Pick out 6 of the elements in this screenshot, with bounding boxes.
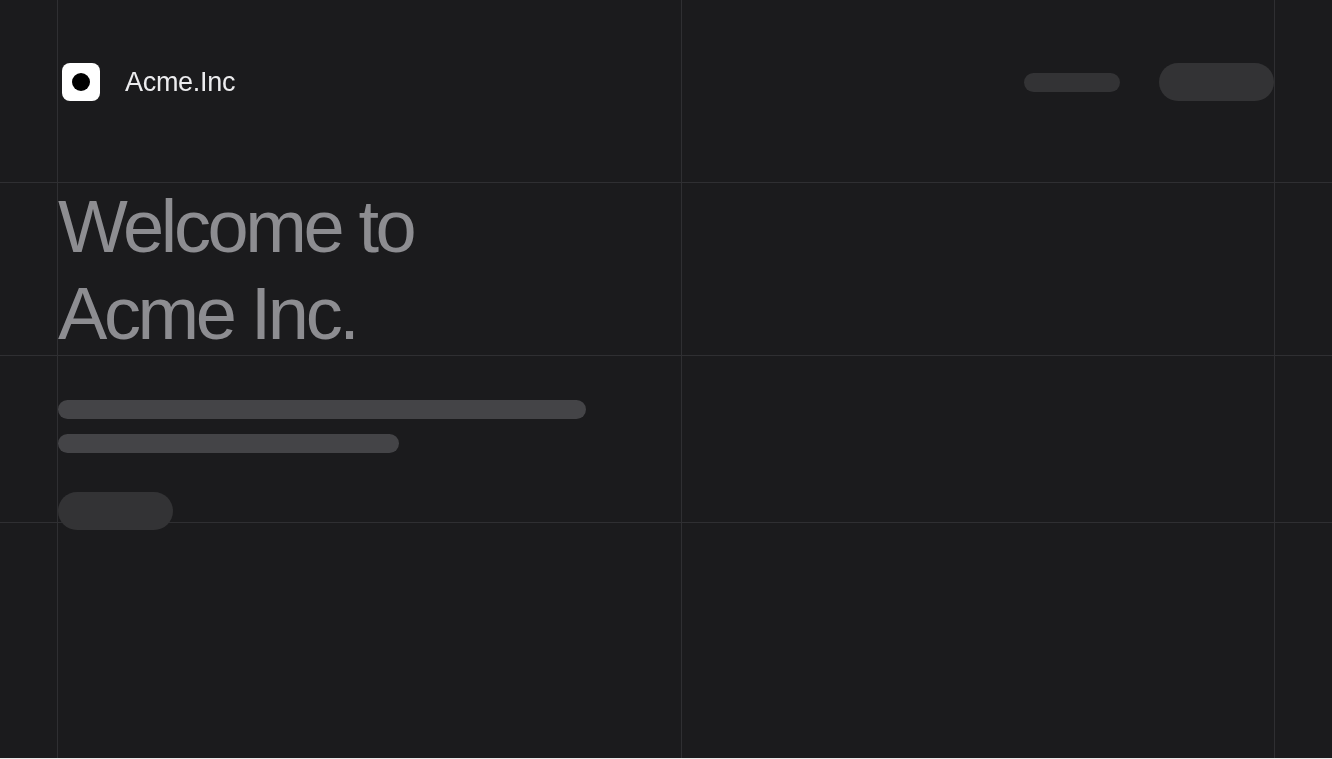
button-placeholder[interactable] [58,492,173,530]
button-placeholder[interactable] [1159,63,1274,101]
nav-link-placeholder[interactable] [1024,72,1120,92]
hero-title: Welcome to Acme Inc. [58,184,414,357]
brand-name: Acme.Inc [125,66,236,98]
logo-icon [62,63,100,101]
